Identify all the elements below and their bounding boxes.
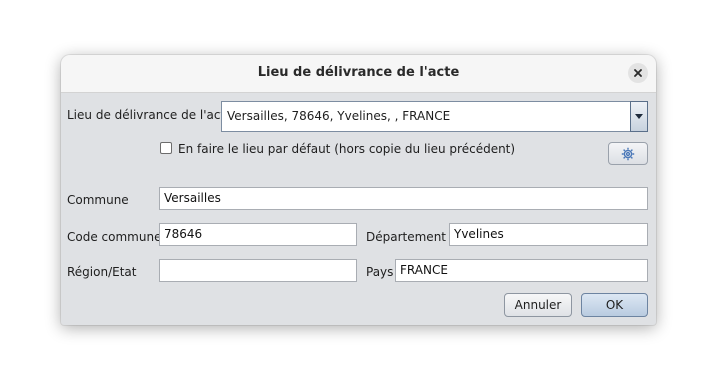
gear-icon bbox=[621, 147, 635, 160]
default-place-checkbox[interactable] bbox=[160, 142, 172, 154]
departement-label: Département bbox=[366, 230, 446, 244]
close-icon bbox=[634, 69, 642, 77]
close-button[interactable] bbox=[628, 63, 648, 83]
commune-label: Commune bbox=[67, 193, 129, 207]
departement-field[interactable]: Yvelines bbox=[449, 223, 648, 246]
dialog-title: Lieu de délivrance de l'acte bbox=[257, 65, 460, 80]
pays-field[interactable]: FRANCE bbox=[395, 259, 648, 282]
code-commune-field[interactable]: 78646 bbox=[159, 223, 357, 246]
settings-button[interactable] bbox=[608, 142, 648, 165]
place-selector-label: Lieu de délivrance de l'acte bbox=[67, 108, 233, 122]
region-field[interactable] bbox=[159, 259, 357, 282]
cancel-button[interactable]: Annuler bbox=[504, 293, 572, 317]
chevron-down-icon bbox=[635, 113, 643, 119]
place-dialog: Lieu de délivrance de l'acte Lieu de dél… bbox=[61, 55, 656, 325]
pays-label: Pays bbox=[366, 265, 394, 279]
place-selector-combobox[interactable]: Versailles, 78646, Yvelines, , FRANCE bbox=[221, 101, 648, 132]
region-label: Région/Etat bbox=[67, 265, 137, 279]
default-place-checkbox-label[interactable]: En faire le lieu par défaut (hors copie … bbox=[178, 142, 515, 156]
place-selector-value: Versailles, 78646, Yvelines, , FRANCE bbox=[227, 109, 451, 123]
commune-field[interactable]: Versailles bbox=[159, 187, 648, 210]
ok-button[interactable]: OK bbox=[581, 293, 648, 317]
place-selector-dropdown-button[interactable] bbox=[630, 101, 648, 132]
dialog-titlebar: Lieu de délivrance de l'acte bbox=[61, 55, 656, 93]
code-commune-label: Code commune bbox=[67, 230, 162, 244]
